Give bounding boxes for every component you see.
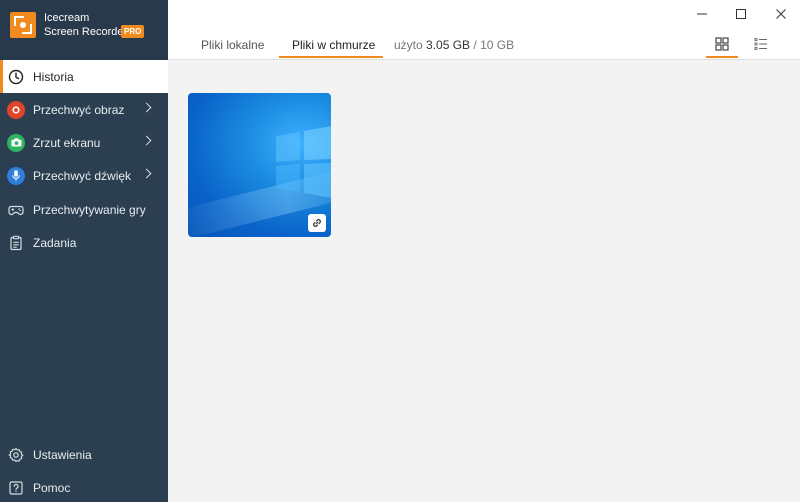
list-view-icon bbox=[754, 38, 767, 50]
sidebar-item-label: Przechwyć obraz bbox=[33, 102, 125, 117]
chevron-right-icon bbox=[141, 135, 152, 146]
active-view-indicator bbox=[706, 56, 738, 58]
close-icon bbox=[776, 9, 786, 19]
record-icon bbox=[7, 100, 25, 119]
top-bar: Pliki lokalne Pliki w chmurze użyto 3.05… bbox=[168, 0, 800, 60]
maximize-button[interactable] bbox=[729, 4, 753, 24]
sidebar-item-zadania[interactable]: Zadania bbox=[0, 226, 168, 259]
storage-usage: użyto 3.05 GB / 10 GB bbox=[394, 38, 514, 52]
chevron-right-icon bbox=[141, 168, 152, 179]
cloud-link-button[interactable] bbox=[308, 214, 326, 232]
app-name: Icecream bbox=[44, 12, 90, 24]
camera-icon bbox=[7, 133, 25, 152]
sidebar-item-label: Ustawienia bbox=[33, 447, 92, 462]
brand-header: Icecream Screen Recorder PRO bbox=[0, 0, 168, 60]
gamepad-icon bbox=[7, 201, 25, 219]
files-area bbox=[168, 61, 800, 502]
microphone-icon bbox=[7, 166, 25, 185]
sidebar: Icecream Screen Recorder PRO Historia Pr… bbox=[0, 0, 168, 502]
help-icon bbox=[7, 479, 25, 497]
sidebar-item-zrzut-ekranu[interactable]: Zrzut ekranu bbox=[0, 126, 168, 159]
usage-prefix: użyto bbox=[394, 38, 423, 52]
sidebar-item-label: Zrzut ekranu bbox=[33, 135, 101, 150]
sidebar-item-label: Historia bbox=[33, 69, 74, 84]
sidebar-item-label: Przechwyć dźwięk bbox=[33, 168, 132, 183]
usage-used: 3.05 GB bbox=[426, 38, 471, 52]
grid-view-button[interactable] bbox=[711, 33, 733, 55]
link-icon bbox=[313, 219, 321, 227]
gear-icon bbox=[7, 446, 25, 464]
close-button[interactable] bbox=[769, 4, 793, 24]
sidebar-item-historia[interactable]: Historia bbox=[0, 60, 168, 93]
usage-total: / 10 GB bbox=[473, 38, 515, 52]
pro-badge: PRO bbox=[121, 25, 145, 38]
windows-logo-icon bbox=[276, 126, 331, 198]
sidebar-item-label: Przechwytywanie gry bbox=[33, 202, 146, 217]
sidebar-item-przechwyc-obraz[interactable]: Przechwyć obraz bbox=[0, 93, 168, 126]
sidebar-item-przechwytywanie-gry[interactable]: Przechwytywanie gry bbox=[0, 193, 168, 226]
minimize-icon bbox=[697, 13, 707, 15]
sidebar-item-ustawienia[interactable]: Ustawienia bbox=[0, 438, 168, 471]
app-logo bbox=[10, 12, 36, 38]
sidebar-item-label: Pomoc bbox=[33, 480, 71, 495]
tab-pliki-w-chmurze[interactable]: Pliki w chmurze bbox=[292, 38, 375, 52]
sidebar-item-przechwyc-dzwiek[interactable]: Przechwyć dźwięk bbox=[0, 159, 168, 192]
maximize-icon bbox=[736, 9, 746, 19]
tasks-icon bbox=[7, 234, 25, 252]
minimize-button[interactable] bbox=[690, 4, 714, 24]
file-thumbnail[interactable] bbox=[188, 93, 331, 237]
active-tab-indicator bbox=[279, 56, 383, 58]
sidebar-item-pomoc[interactable]: Pomoc bbox=[0, 471, 168, 502]
sidebar-item-label: Zadania bbox=[33, 235, 77, 250]
grid-view-icon bbox=[715, 37, 729, 51]
app-subtitle: Screen Recorder bbox=[44, 26, 128, 38]
list-view-button[interactable] bbox=[750, 33, 772, 55]
tab-pliki-lokalne[interactable]: Pliki lokalne bbox=[201, 38, 264, 52]
chevron-right-icon bbox=[141, 102, 152, 113]
clock-icon bbox=[7, 68, 25, 86]
